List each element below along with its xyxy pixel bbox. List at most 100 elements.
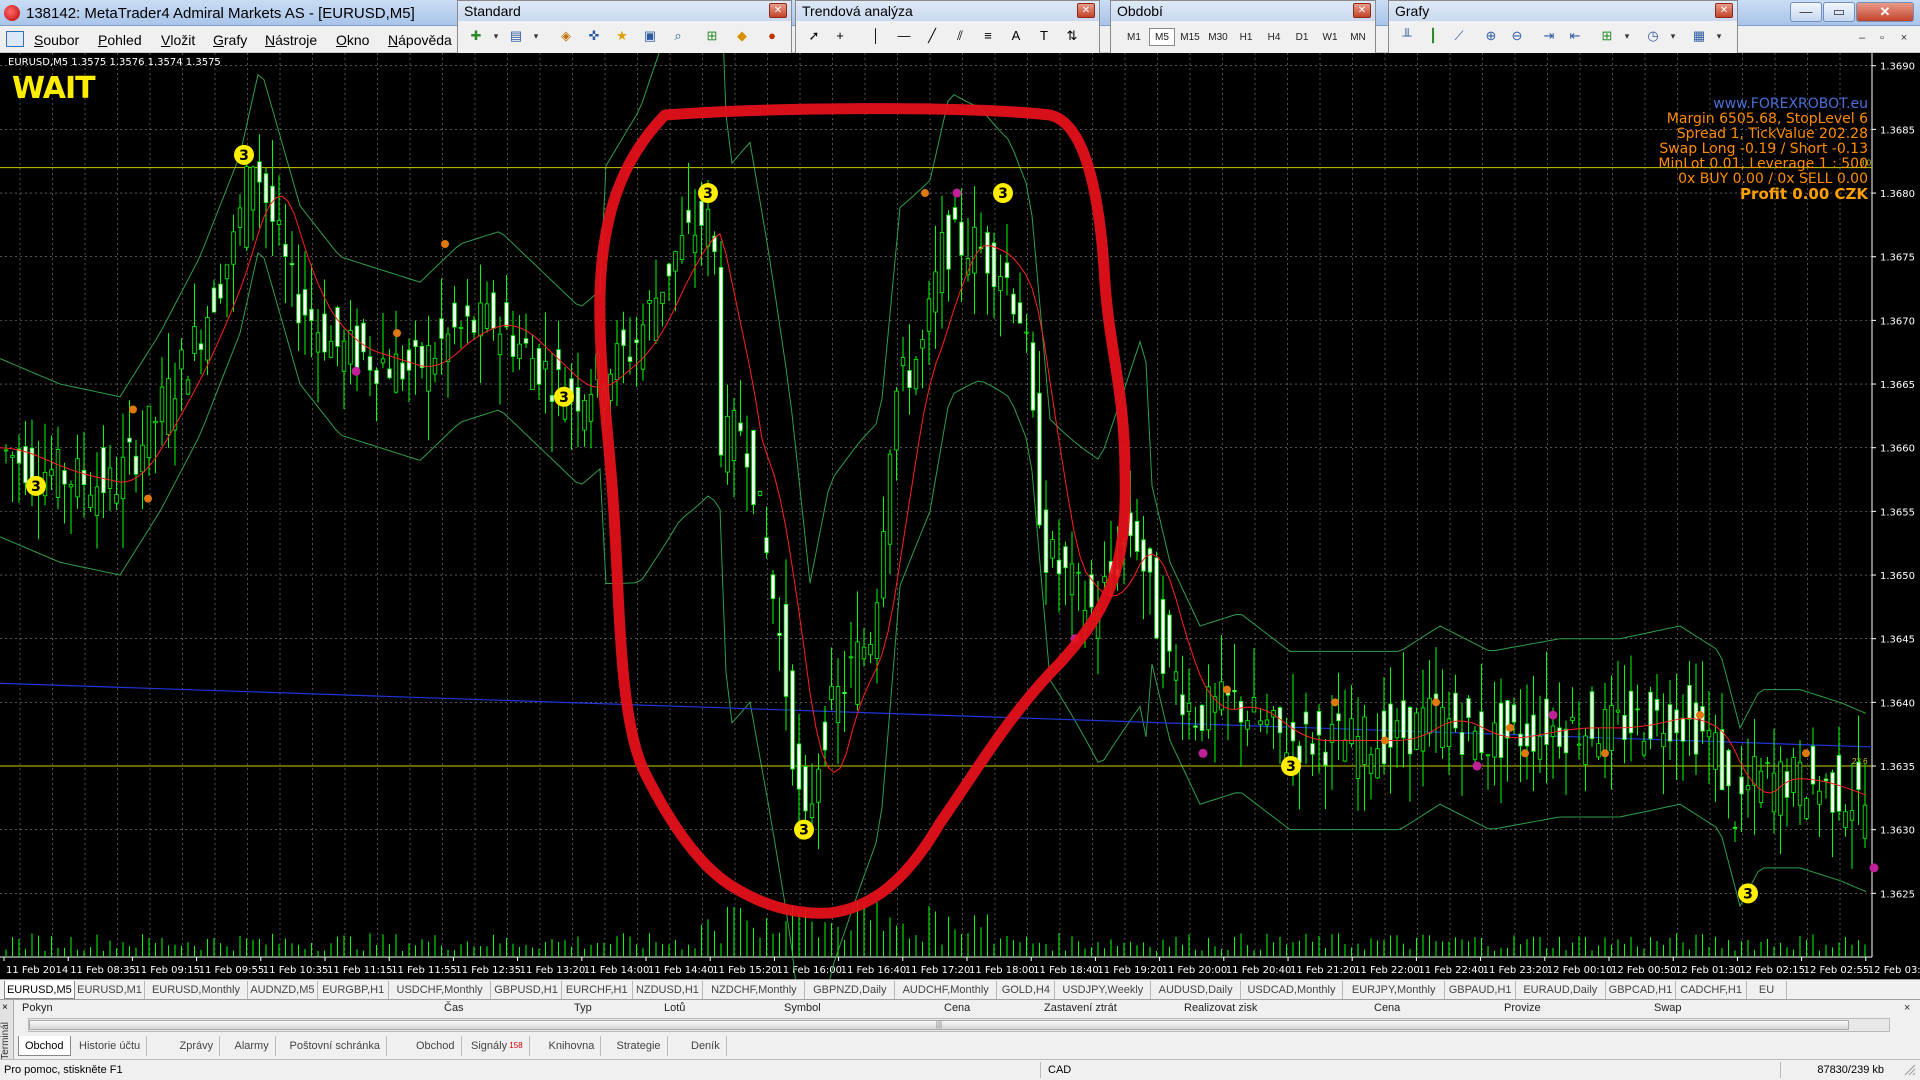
toolbar-close-icon[interactable]: ✕ (1715, 3, 1733, 18)
terminal-column-header[interactable]: Cena (1374, 1002, 1400, 1014)
timeframe-mn-button[interactable]: MN (1345, 28, 1371, 46)
terminal-column-header[interactable]: Zastavení ztrát (1044, 1002, 1117, 1014)
terminal-scrollbar[interactable]: ||| (28, 1018, 1890, 1032)
chart-tab[interactable]: GBPNZD,Daily (806, 981, 896, 999)
indicators-icon[interactable]: ⊞ (1597, 26, 1617, 46)
chart-tab[interactable]: GBPAUD,H1 (1445, 981, 1516, 999)
new-chart-icon[interactable]: ✚ (466, 26, 486, 46)
toolbar-trend-title[interactable]: Trendová analýza (796, 1, 1099, 21)
periods-icon[interactable]: ◷ (1643, 26, 1663, 46)
terminal-tab[interactable]: Deník (685, 1036, 727, 1056)
menu-window[interactable]: Okno (336, 32, 369, 48)
mdi-minimize-icon[interactable]: – (1854, 32, 1870, 46)
timeframe-h4-button[interactable]: H4 (1261, 28, 1287, 46)
chart-tab[interactable]: CADCHF,H1 (1676, 981, 1747, 999)
tester-icon[interactable]: ⌕ (668, 26, 688, 46)
candlestick-icon[interactable]: ┃ (1423, 26, 1443, 46)
terminal-column-header[interactable]: Provize (1504, 1002, 1541, 1014)
timeframe-m1-button[interactable]: M1 (1121, 28, 1147, 46)
close-window-button[interactable]: ✕ (1856, 2, 1914, 22)
vertical-line-icon[interactable]: │ (866, 26, 886, 46)
terminal-tab[interactable]: Poštovní schránka (284, 1036, 387, 1056)
terminal-tab[interactable]: Obchod (18, 1036, 71, 1056)
chart-tab[interactable]: EU (1747, 981, 1787, 999)
market-watch-icon[interactable]: ◈ (556, 26, 576, 46)
chart-tab[interactable]: USDCAD,Monthly (1241, 981, 1344, 999)
chart-tab[interactable]: AUDCHF,Monthly (895, 981, 998, 999)
chart-tab[interactable]: EURUSD,M5 (4, 981, 75, 999)
toolbar-close-icon[interactable]: ✕ (769, 3, 787, 18)
mdi-restore-icon[interactable]: ▫ (1874, 32, 1890, 46)
data-window-icon[interactable]: ✜ (584, 26, 604, 46)
fibonacci-icon[interactable]: ≡ (978, 26, 998, 46)
profiles-icon[interactable]: ▤ (506, 26, 526, 46)
auto-scroll-icon[interactable]: ⇥ (1539, 26, 1559, 46)
toolbar-standard-title[interactable]: Standard (458, 1, 791, 21)
zoom-in-icon[interactable]: ⊕ (1481, 26, 1501, 46)
templates-dropdown-icon[interactable]: ▾ (1709, 26, 1729, 46)
menu-help[interactable]: Nápověda (388, 32, 452, 48)
terminal-close-icon[interactable]: × (1904, 1002, 1916, 1014)
chart-tab[interactable]: USDCHF,Monthly (389, 981, 492, 999)
chart-tab[interactable]: AUDUSD,Daily (1151, 981, 1241, 999)
terminal-close-icon[interactable]: × (2, 1002, 8, 1013)
chart-tab[interactable]: EURAUD,Daily (1516, 981, 1606, 999)
new-order-icon[interactable]: ⊞ (702, 26, 722, 46)
crosshair-icon[interactable]: + (830, 26, 850, 46)
menu-view[interactable]: Pohled (98, 32, 142, 48)
minimize-button[interactable]: — (1790, 2, 1822, 22)
chart-tab[interactable]: GBPCAD,H1 (1606, 981, 1677, 999)
timeframe-w1-button[interactable]: W1 (1317, 28, 1343, 46)
indicators-dropdown-icon[interactable]: ▾ (1617, 26, 1637, 46)
terminal-tab[interactable]: Zprávy (174, 1036, 221, 1056)
horizontal-line-icon[interactable]: — (894, 26, 914, 46)
chart-tab[interactable]: NZDCHF,Monthly (703, 981, 806, 999)
menu-charts[interactable]: Grafy (213, 32, 247, 48)
mdi-close-icon[interactable]: × (1896, 32, 1912, 46)
timeframe-d1-button[interactable]: D1 (1289, 28, 1315, 46)
timeframe-m30-button[interactable]: M30 (1205, 28, 1231, 46)
cursor-icon[interactable]: ➚ (804, 26, 824, 46)
text-icon[interactable]: A (1006, 26, 1026, 46)
profiles-dropdown-icon[interactable]: ▾ (526, 26, 546, 46)
templates-icon[interactable]: ▦ (1689, 26, 1709, 46)
menu-file[interactable]: Soubor (34, 32, 79, 48)
toolbar-close-icon[interactable]: ✕ (1077, 3, 1095, 18)
terminal-column-header[interactable]: Lotů (664, 1002, 685, 1014)
chart-tab[interactable]: EURUSD,M1 (75, 981, 146, 999)
terminal-tab[interactable]: Alarmy (229, 1036, 276, 1056)
chart-tab[interactable]: AUDNZD,M5 (248, 981, 319, 999)
menu-tools[interactable]: Nástroje (265, 32, 317, 48)
line-chart-icon[interactable]: ⟋ (1449, 26, 1469, 46)
timeframe-m15-button[interactable]: M15 (1177, 28, 1203, 46)
terminal-tab[interactable]: Signály 158 (465, 1036, 530, 1056)
navigator-icon[interactable]: ★ (612, 26, 632, 46)
timeframe-m5-button[interactable]: M5 (1149, 28, 1175, 46)
label-icon[interactable]: T (1034, 26, 1054, 46)
chart-tab[interactable]: EURCHF,H1 (562, 981, 633, 999)
price-chart[interactable]: 1.3690 1.3685 1.3680 1.3675 1.3670 1.3665 1.36… (0, 53, 1920, 979)
new-chart-dropdown-icon[interactable]: ▾ (486, 26, 506, 46)
menu-insert[interactable]: Vložit (161, 32, 195, 48)
terminal-tab[interactable]: Knihovna (543, 1036, 602, 1056)
timeframe-h1-button[interactable]: H1 (1233, 28, 1259, 46)
chart-tab[interactable]: GOLD,H4 (997, 981, 1056, 999)
terminal-column-header[interactable]: Swap (1654, 1002, 1682, 1014)
terminal-tab[interactable]: Historie účtu (73, 1036, 148, 1056)
zoom-out-icon[interactable]: ⊖ (1507, 26, 1527, 46)
chart-tab[interactable]: USDJPY,Weekly (1055, 981, 1152, 999)
terminal-column-header[interactable]: Pokyn (22, 1002, 53, 1014)
toolbar-charts-title[interactable]: Grafy (1389, 1, 1737, 21)
terminal-column-header[interactable]: Cena (944, 1002, 970, 1014)
terminal-icon[interactable]: ▣ (640, 26, 660, 46)
chart-tab[interactable]: NZDUSD,H1 (633, 981, 704, 999)
bar-chart-icon[interactable]: ╨ (1397, 26, 1417, 46)
chart-window[interactable]: 1.3690 1.3685 1.3680 1.3675 1.3670 1.3665 1.36… (0, 53, 1920, 979)
trendline-icon[interactable]: ╱ (922, 26, 942, 46)
terminal-tab[interactable]: Obchod (410, 1036, 462, 1056)
resize-grip-icon[interactable] (1902, 1062, 1916, 1076)
toolbar-period-title[interactable]: Období (1111, 1, 1375, 21)
chart-tab[interactable]: EURGBP,H1 (318, 981, 389, 999)
terminal-column-header[interactable]: Symbol (784, 1002, 821, 1014)
maximize-button[interactable]: ▭ (1823, 2, 1855, 22)
